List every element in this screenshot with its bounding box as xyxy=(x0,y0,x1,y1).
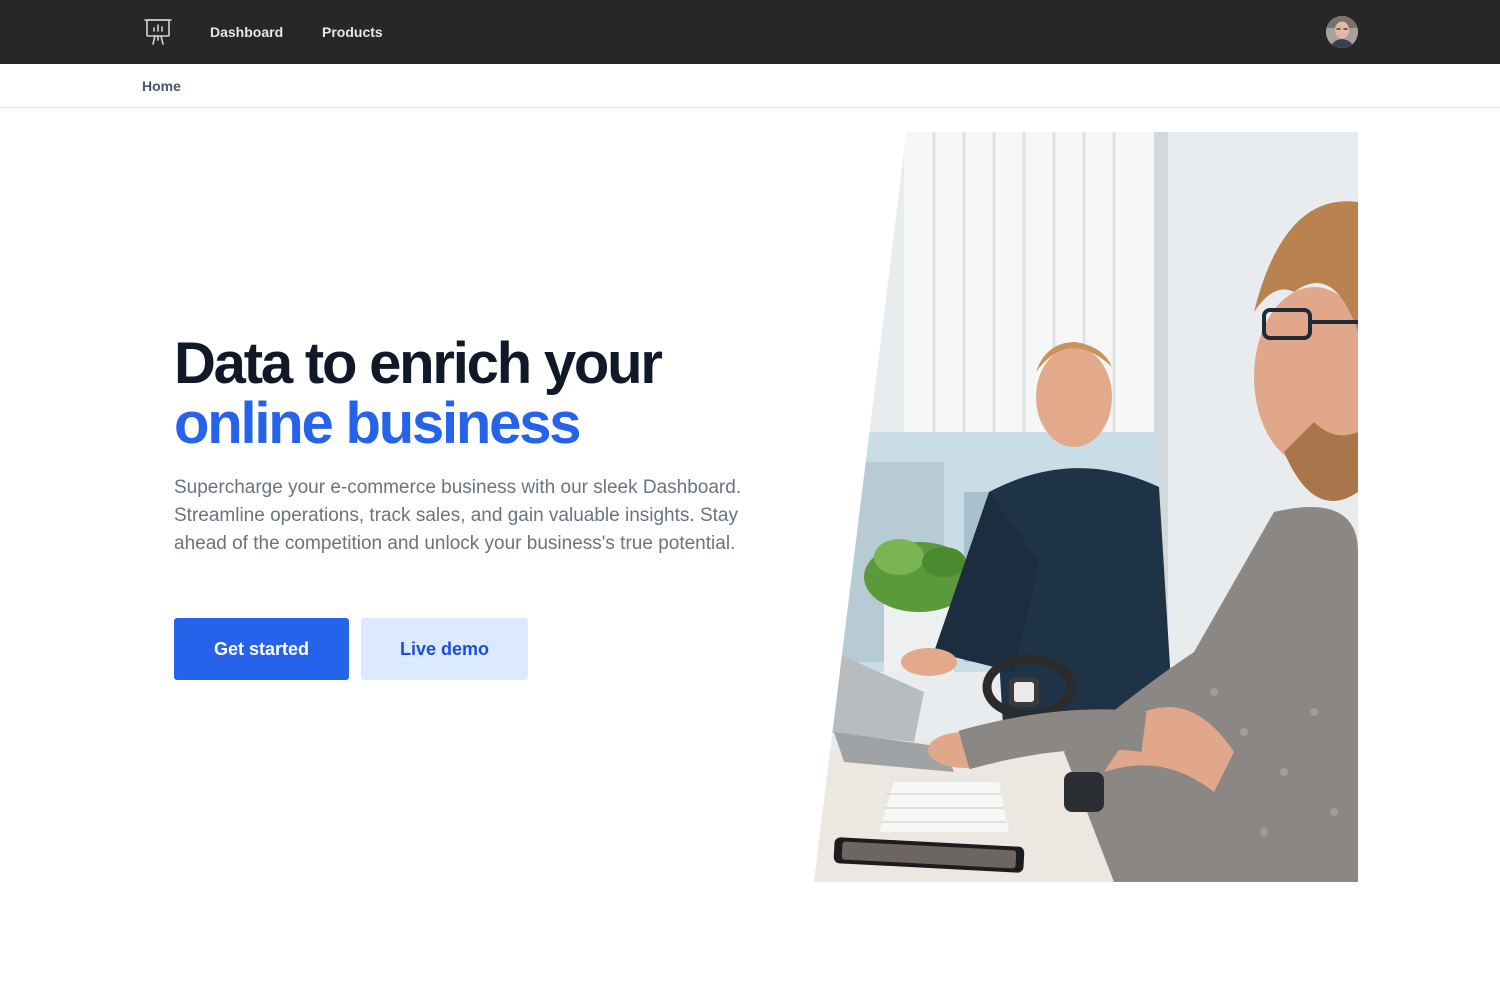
top-navbar: Dashboard Products xyxy=(0,0,1500,64)
nav-link-products[interactable]: Products xyxy=(322,22,383,42)
hero-title: Data to enrich your online business xyxy=(174,334,794,454)
breadcrumb[interactable]: Home xyxy=(142,78,181,94)
hero-title-line1: Data to enrich your xyxy=(174,331,663,396)
hero-title-line2: online business xyxy=(174,391,582,456)
hero-description: Supercharge your e-commerce business wit… xyxy=(174,477,742,554)
hero-image xyxy=(814,132,1358,882)
live-demo-button[interactable]: Live demo xyxy=(361,618,528,680)
page-subheader: Home xyxy=(0,64,1500,108)
nav-link-dashboard[interactable]: Dashboard xyxy=(210,22,283,42)
presentation-chart-icon[interactable] xyxy=(142,16,174,48)
get-started-button[interactable]: Get started xyxy=(174,618,349,680)
user-avatar[interactable] xyxy=(1326,16,1358,48)
